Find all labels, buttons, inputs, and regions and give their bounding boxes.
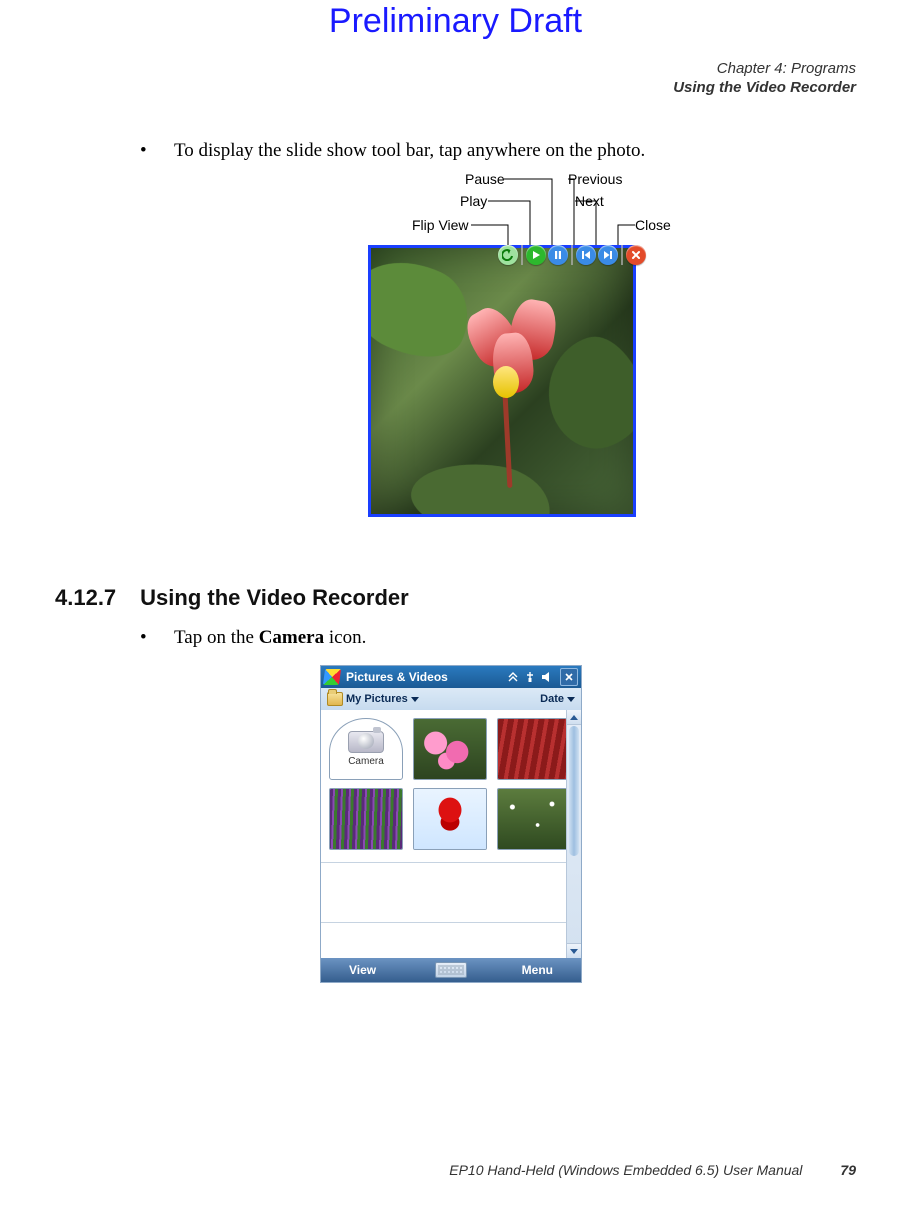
sort-dropdown[interactable]: Date [540, 693, 575, 705]
connectivity-icon[interactable] [506, 670, 520, 684]
next-button[interactable] [598, 245, 618, 265]
softkey-right[interactable]: Menu [522, 963, 553, 977]
text-fragment: Tap on the [174, 627, 259, 648]
pause-icon [552, 249, 564, 261]
photo-thumbnail[interactable] [413, 788, 487, 850]
keyboard-icon[interactable] [435, 962, 467, 978]
bullet-item-2: • Tap on the Camera icon. [140, 627, 366, 649]
section-heading: 4.12.7 Using the Video Recorder [55, 585, 409, 611]
close-app-button[interactable] [560, 668, 578, 686]
softkey-left[interactable]: View [349, 963, 376, 977]
section-title: Using the Video Recorder [140, 585, 409, 611]
toolbar-separator [571, 245, 573, 265]
app-bottombar: View Menu [321, 958, 581, 982]
camera-label: Camera [348, 756, 384, 767]
close-icon [630, 249, 642, 261]
watermark-heading: Preliminary Draft [0, 2, 911, 41]
folder-sort-bar: My Pictures Date [321, 688, 581, 710]
close-icon [564, 672, 574, 682]
undo-arrow-icon [502, 249, 514, 261]
slideshow-toolbar [498, 245, 646, 267]
camera-icon [348, 731, 384, 753]
page-header: Chapter 4: Programs Using the Video Reco… [673, 60, 856, 98]
camera-thumbnail[interactable]: Camera [329, 718, 403, 780]
thumbnail-grid: Camera [321, 710, 581, 958]
folder-label: My Pictures [346, 693, 408, 705]
chevron-down-icon [411, 697, 419, 702]
status-tray [506, 670, 554, 684]
header-section-line: Using the Video Recorder [673, 79, 856, 98]
play-button[interactable] [526, 245, 546, 265]
manual-title: EP10 Hand-Held (Windows Embedded 6.5) Us… [449, 1162, 802, 1178]
grid-separator [321, 862, 567, 863]
vertical-scrollbar[interactable] [566, 710, 581, 958]
flip-view-button[interactable] [498, 245, 518, 265]
header-chapter-line: Chapter 4: Programs [673, 60, 856, 79]
pictures-videos-screenshot: Pictures & Videos My Pictures Date [320, 665, 582, 983]
section-number: 4.12.7 [55, 585, 116, 611]
bullet-text: Tap on the Camera icon. [174, 627, 366, 649]
play-icon [530, 249, 542, 261]
bullet-item-1: • To display the slide show tool bar, ta… [140, 140, 645, 162]
toolbar-separator [521, 245, 523, 265]
folder-icon [327, 692, 343, 706]
text-strong: Camera [259, 627, 324, 648]
bullet-text: To display the slide show tool bar, tap … [174, 140, 645, 162]
next-icon [602, 249, 614, 261]
text-fragment: icon. [324, 627, 366, 648]
signal-icon[interactable] [523, 670, 537, 684]
photo-thumbnail[interactable] [497, 718, 571, 780]
sort-label: Date [540, 693, 564, 705]
photo-thumbnail[interactable] [413, 718, 487, 780]
page-footer: EP10 Hand-Held (Windows Embedded 6.5) Us… [449, 1162, 856, 1178]
chevron-down-icon [567, 697, 575, 702]
previous-icon [580, 249, 592, 261]
scroll-up-button[interactable] [567, 710, 581, 725]
bullet-marker: • [140, 140, 150, 162]
volume-icon[interactable] [540, 670, 554, 684]
folder-dropdown[interactable]: My Pictures [327, 692, 419, 706]
scroll-thumb[interactable] [569, 726, 579, 856]
app-title: Pictures & Videos [346, 670, 500, 684]
previous-button[interactable] [576, 245, 596, 265]
pause-button[interactable] [548, 245, 568, 265]
toolbar-separator [621, 245, 623, 265]
start-icon[interactable] [323, 669, 341, 685]
photo-thumbnail[interactable] [329, 788, 403, 850]
slideshow-photo[interactable] [368, 245, 636, 517]
grid-separator [321, 922, 567, 923]
app-titlebar: Pictures & Videos [321, 666, 581, 688]
scroll-down-button[interactable] [567, 943, 581, 958]
photo-thumbnail[interactable] [497, 788, 571, 850]
bullet-marker: • [140, 627, 150, 649]
close-slideshow-button[interactable] [626, 245, 646, 265]
page-number: 79 [840, 1162, 856, 1178]
